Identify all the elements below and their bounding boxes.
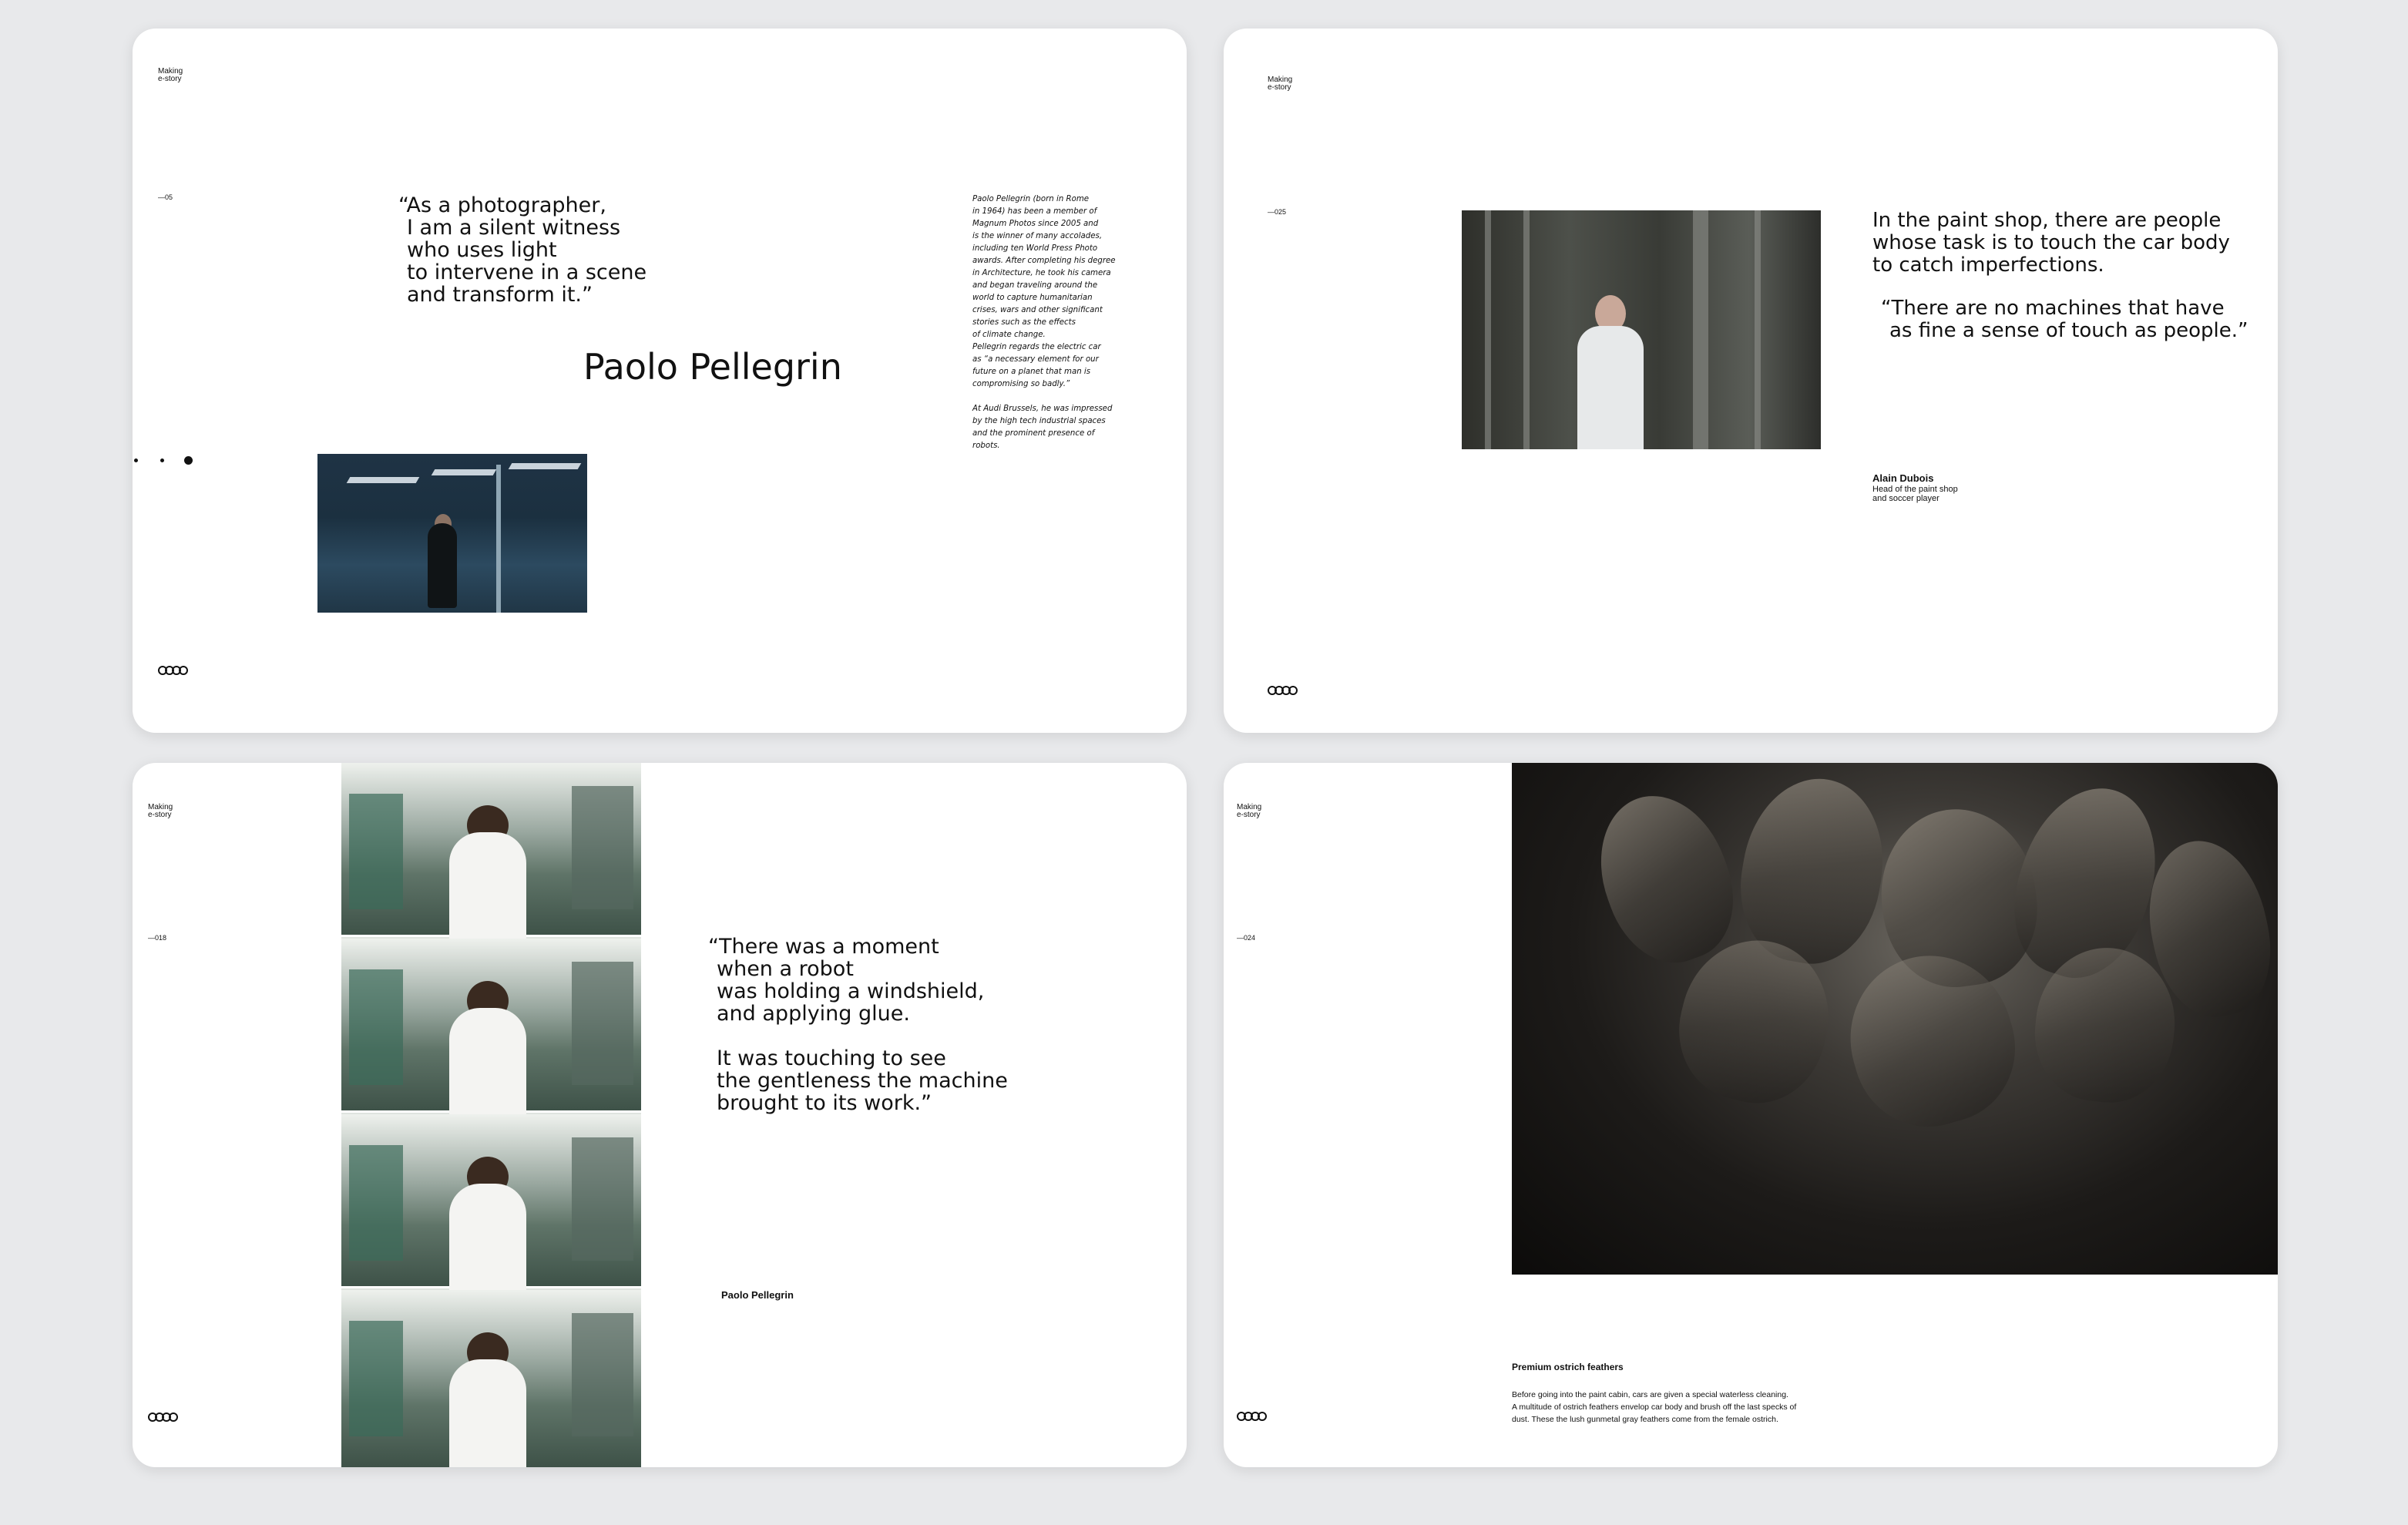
carousel-dot-active[interactable] bbox=[184, 456, 193, 465]
quote-text: “There was a moment when a robot was hol… bbox=[708, 935, 1008, 1115]
audi-rings-logo bbox=[1237, 1412, 1267, 1421]
slide-card-1[interactable]: Making e-story —05 “As a photographer, I… bbox=[133, 29, 1187, 733]
carousel-dot[interactable] bbox=[160, 459, 164, 462]
bio-text: Paolo Pellegrin (born in Rome in 1964) h… bbox=[972, 195, 1116, 450]
caption-title: Premium ostrich feathers bbox=[1512, 1362, 1624, 1372]
audi-rings-logo bbox=[1268, 686, 1298, 695]
intro-text: In the paint shop, there are people whos… bbox=[1872, 209, 2230, 277]
audi-rings-logo bbox=[148, 1412, 178, 1422]
brand-label: Making e-story bbox=[1268, 76, 1293, 92]
caption-text: Before going into the paint cabin, cars … bbox=[1512, 1390, 1797, 1424]
slide-card-4[interactable]: Making e-story —024 Premium ostrich feat… bbox=[1224, 763, 2278, 1467]
slide-card-2[interactable]: Making e-story —025 In the paint shop, t… bbox=[1224, 29, 2278, 733]
audi-rings-logo bbox=[158, 666, 188, 675]
person-name-title: Paolo Pellegrin bbox=[583, 346, 842, 388]
page-number: —05 bbox=[158, 193, 173, 201]
slide-card-3[interactable]: Making e-story —018 “There was a moment … bbox=[133, 763, 1187, 1467]
person-role: Head of the paint shop and soccer player bbox=[1872, 485, 1958, 503]
carousel-dot[interactable] bbox=[134, 459, 138, 462]
person-name: Paolo Pellegrin bbox=[721, 1289, 794, 1301]
ostrich-feathers-photo bbox=[1512, 763, 2278, 1275]
brand-label: Making e-story bbox=[148, 803, 173, 819]
quote-text: “There are no machines that have as fine… bbox=[1881, 297, 2248, 342]
photographer-portrait-photo bbox=[317, 454, 587, 613]
quote-text: “As a photographer, I am a silent witnes… bbox=[398, 193, 647, 307]
person-name: Alain Dubois bbox=[1872, 472, 1934, 484]
brand-label: Making e-story bbox=[1237, 803, 1262, 819]
page-number: —018 bbox=[148, 934, 167, 942]
worker-portrait-photo bbox=[1462, 210, 1821, 449]
page-number: —025 bbox=[1268, 208, 1287, 216]
film-strip-photo bbox=[341, 763, 641, 1467]
page-number: —024 bbox=[1237, 934, 1256, 942]
brand-label: Making e-story bbox=[158, 67, 183, 83]
